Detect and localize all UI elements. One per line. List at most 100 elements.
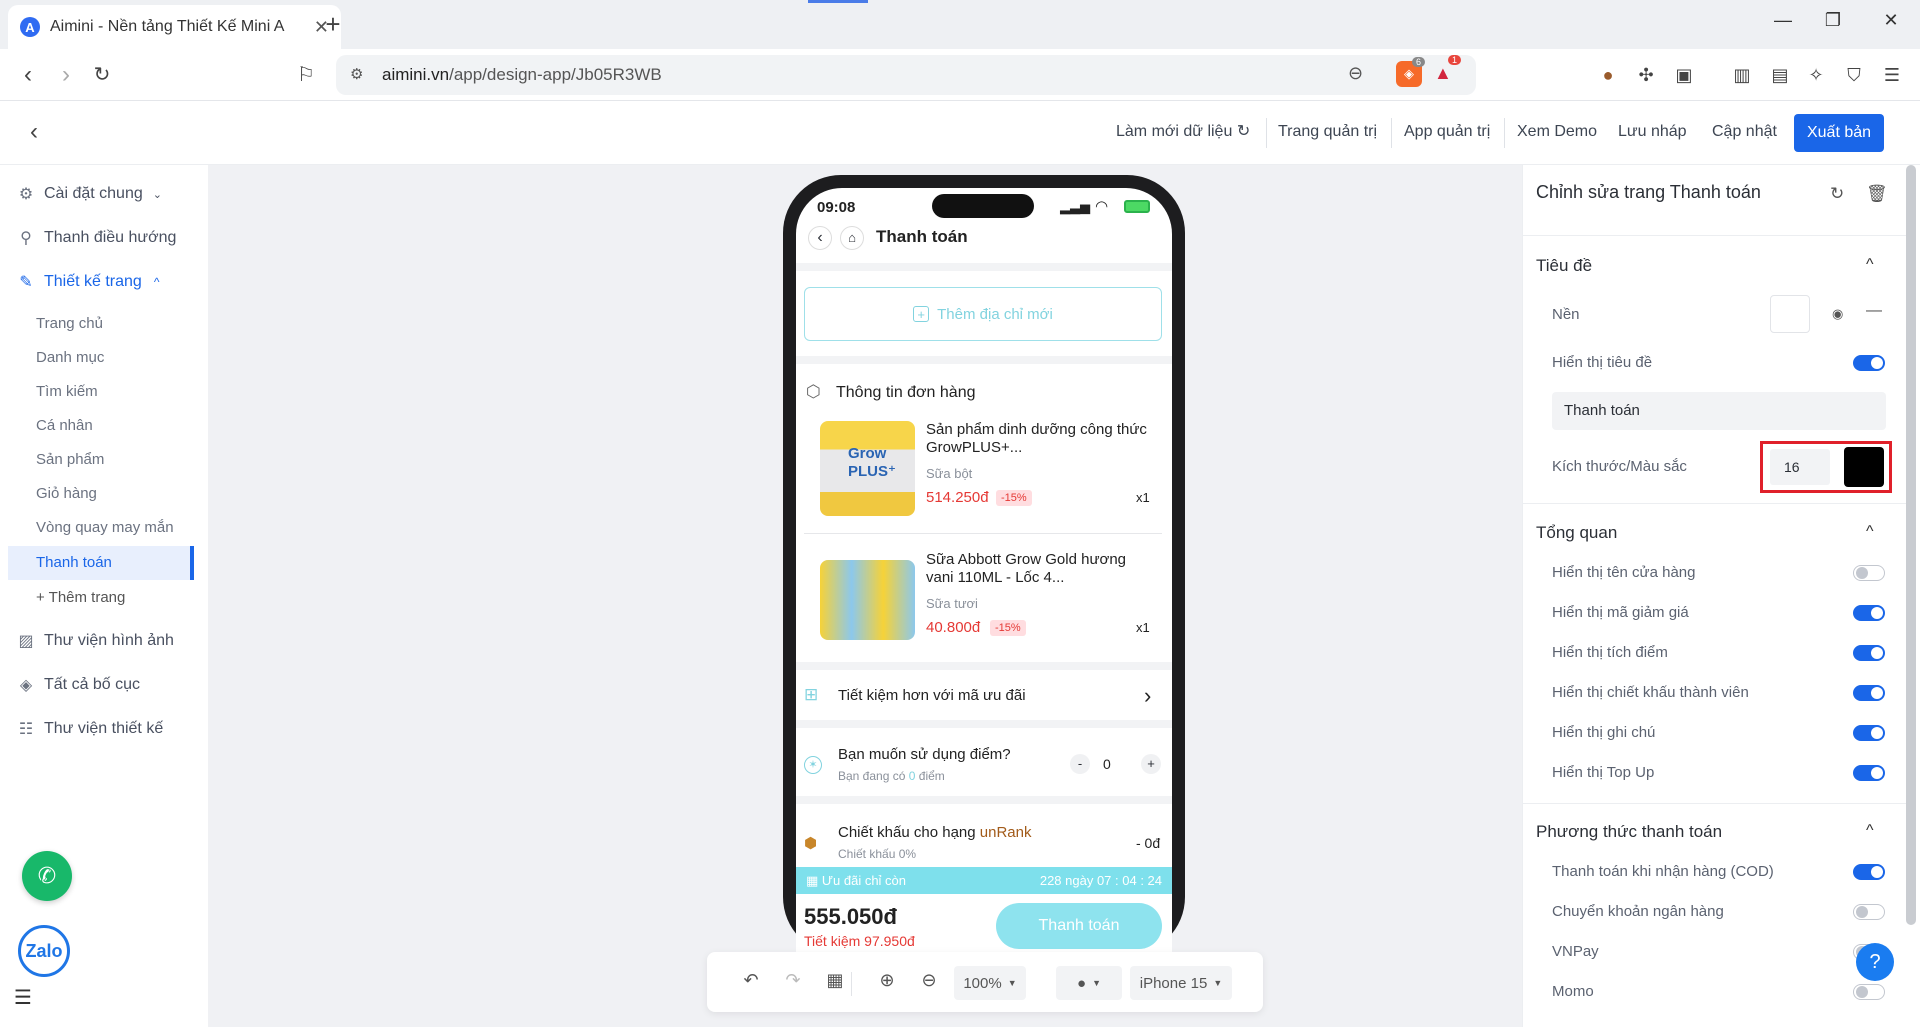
sidebar-design-lib-label: Thư viện thiết kế xyxy=(44,720,164,737)
trash-icon[interactable]: 🗑 xyxy=(1866,184,1888,204)
overview-toggle[interactable] xyxy=(1853,605,1885,621)
points-minus-button[interactable]: - xyxy=(1070,754,1090,774)
points-stepper-value[interactable]: 0 xyxy=(1103,756,1111,772)
minimize-window-icon[interactable]: — xyxy=(1768,10,1798,31)
eye-icon[interactable]: ◉ xyxy=(1832,306,1843,322)
help-button[interactable]: ? xyxy=(1856,943,1894,981)
publish-button[interactable]: Xuất bản xyxy=(1794,114,1884,152)
reset-icon[interactable]: ↻ xyxy=(1830,184,1844,204)
admin-app-button[interactable]: App quản trị xyxy=(1394,118,1500,146)
grid-icon[interactable]: ▦ xyxy=(822,970,848,991)
sidebar-item-image-library[interactable]: ▨ Thư viện hình ảnh xyxy=(16,626,174,656)
save-draft-button[interactable]: Lưu nháp xyxy=(1608,118,1697,146)
overview-heading[interactable]: Tổng quan xyxy=(1536,523,1617,543)
device-select[interactable]: iPhone 15 ▼ xyxy=(1130,966,1232,1000)
minus-icon[interactable]: — xyxy=(1866,302,1882,320)
close-window-icon[interactable]: ✕ xyxy=(1876,10,1906,31)
back-arrow-icon[interactable]: ‹ xyxy=(12,60,44,90)
forward-arrow-icon[interactable]: › xyxy=(50,60,82,90)
payment-methods-heading[interactable]: Phương thức thanh toán xyxy=(1536,822,1722,842)
undo-icon[interactable]: ↶ xyxy=(738,970,764,991)
payments-label: Momo xyxy=(1552,983,1594,1000)
collapse-back-icon[interactable]: ‹ xyxy=(30,118,38,146)
zoom-out-icon[interactable]: ⊖ xyxy=(1348,63,1363,84)
sidebar-item-page-design[interactable]: ✎ Thiết kế trang ^ xyxy=(16,267,159,297)
screenshot-extension-icon[interactable]: ▣ xyxy=(1670,61,1698,89)
update-button[interactable]: Cập nhật xyxy=(1702,118,1787,146)
sidebar-subitem-profile[interactable]: Cá nhân xyxy=(36,412,93,440)
brave-rewards-icon[interactable]: ▲ xyxy=(1434,63,1452,84)
browser-menu-icon[interactable]: ☰ xyxy=(1878,61,1906,89)
admin-page-button[interactable]: Trang quản trị xyxy=(1268,118,1387,146)
sidebar-subitem-category[interactable]: Danh mục xyxy=(36,344,104,372)
voucher-row[interactable]: Tiết kiệm hơn với mã ưu đãi xyxy=(838,687,1026,704)
zoom-select[interactable]: 100% ▼ xyxy=(954,966,1026,1000)
payments-toggle[interactable] xyxy=(1853,864,1885,880)
section-title-heading[interactable]: Tiêu đề xyxy=(1536,256,1592,276)
payments-toggle[interactable] xyxy=(1853,984,1885,1000)
sidebar-subitem-home[interactable]: Trang chủ xyxy=(36,310,103,338)
dynamic-island xyxy=(932,194,1034,218)
overview-toggle[interactable] xyxy=(1853,725,1885,741)
title-input[interactable]: Thanh toán xyxy=(1552,392,1886,430)
reload-icon[interactable]: ↻ xyxy=(86,60,118,90)
sidebar-item-layouts[interactable]: ◈ Tất cả bố cục xyxy=(16,670,140,700)
sidebar-subitem-cart[interactable]: Giỏ hàng xyxy=(36,480,97,508)
refresh-data-button[interactable]: Làm mới dữ liệu ↻ xyxy=(1106,118,1260,146)
product-name: Sữa Abbott Grow Gold hương vani 110ML - … xyxy=(926,551,1127,586)
title-color-swatch[interactable] xyxy=(1844,447,1884,487)
new-tab-plus-icon[interactable]: + xyxy=(318,9,348,40)
leo-ai-icon[interactable]: ✧ xyxy=(1802,61,1830,89)
rank-discount-label: Chiết khấu cho hạng unRank xyxy=(838,824,1031,841)
bg-color-swatch[interactable] xyxy=(1770,295,1810,333)
overview-toggle[interactable] xyxy=(1853,765,1885,781)
cookie-extension-icon[interactable]: ● xyxy=(1594,61,1622,89)
points-plus-button[interactable]: + xyxy=(1141,754,1161,774)
phone-call-button[interactable]: ✆ xyxy=(22,851,72,901)
sidebar-image-lib-label: Thư viện hình ảnh xyxy=(44,632,174,649)
browser-tab[interactable]: A Aimini - Nền tảng Thiết Kế Mini A ✕ xyxy=(8,5,341,49)
os-select[interactable]: ● ▼ xyxy=(1056,966,1122,1000)
demo-button[interactable]: Xem Demo xyxy=(1507,118,1607,146)
show-title-toggle[interactable] xyxy=(1853,355,1885,371)
sidebar-item-design-library[interactable]: ☷ Thư viện thiết kế xyxy=(16,714,163,744)
zoom-out-icon[interactable]: ⊖ xyxy=(916,970,942,991)
chevron-up-icon[interactable]: ^ xyxy=(1866,256,1874,274)
sidebar-design-label: Thiết kế trang xyxy=(44,273,142,290)
chevron-up-icon[interactable]: ^ xyxy=(1866,523,1874,541)
overview-toggle[interactable] xyxy=(1853,685,1885,701)
sidebar-item-navigation[interactable]: ⚲ Thanh điều hướng xyxy=(16,223,176,253)
phone-home-icon[interactable]: ⌂ xyxy=(840,226,864,250)
zalo-chat-button[interactable]: Zalo xyxy=(18,925,70,977)
wallet-icon[interactable]: ▤ xyxy=(1766,61,1794,89)
product-qty: x1 xyxy=(1136,490,1150,505)
zoom-in-icon[interactable]: ⊕ xyxy=(874,970,900,991)
sidebar-general-label: Cài đặt chung xyxy=(44,185,143,202)
panel-scrollbar[interactable] xyxy=(1906,165,1916,925)
bookmark-icon[interactable]: ⚐ xyxy=(290,60,322,90)
overview-toggle[interactable] xyxy=(1853,565,1885,581)
payments-toggle[interactable] xyxy=(1853,904,1885,920)
sidebar-subitem-search[interactable]: Tìm kiếm xyxy=(36,378,98,406)
vpn-shield-icon[interactable]: ⛉ xyxy=(1840,61,1868,89)
redo-icon[interactable]: ↷ xyxy=(780,970,806,991)
pay-button[interactable]: Thanh toán xyxy=(996,903,1162,949)
signal-icon: ▂▃▅ xyxy=(1060,199,1090,214)
site-settings-icon[interactable]: ⚙ xyxy=(350,65,363,83)
chevron-right-icon[interactable]: › xyxy=(1144,683,1151,709)
add-address-button[interactable]: + Thêm địa chỉ mới xyxy=(804,287,1162,341)
font-size-input[interactable]: 16 xyxy=(1770,449,1830,485)
add-page-button[interactable]: + Thêm trang xyxy=(36,584,125,612)
restore-window-icon[interactable]: ❐ xyxy=(1818,10,1848,31)
sidebar-item-general[interactable]: ⚙ Cài đặt chung ⌄ xyxy=(16,179,162,209)
sidebar-subitem-product[interactable]: Sản phẩm xyxy=(36,446,104,474)
sidebar-subitem-lucky-wheel[interactable]: Vòng quay may mắn xyxy=(36,514,174,542)
hamburger-menu-icon[interactable]: ☰ xyxy=(14,985,32,1010)
phone-back-icon[interactable]: ‹ xyxy=(808,226,832,250)
address-bar[interactable]: ⚙ aimini.vn/app/design-app/Jb05R3WB ⊖ ◈ … xyxy=(336,55,1476,95)
sidebar-toggle-icon[interactable]: ▥ xyxy=(1728,61,1756,89)
overview-toggle[interactable] xyxy=(1853,645,1885,661)
sidebar-subitem-checkout[interactable]: Thanh toán xyxy=(36,549,112,577)
chevron-up-icon[interactable]: ^ xyxy=(1866,822,1874,840)
extensions-puzzle-icon[interactable]: ✣ xyxy=(1632,61,1660,89)
